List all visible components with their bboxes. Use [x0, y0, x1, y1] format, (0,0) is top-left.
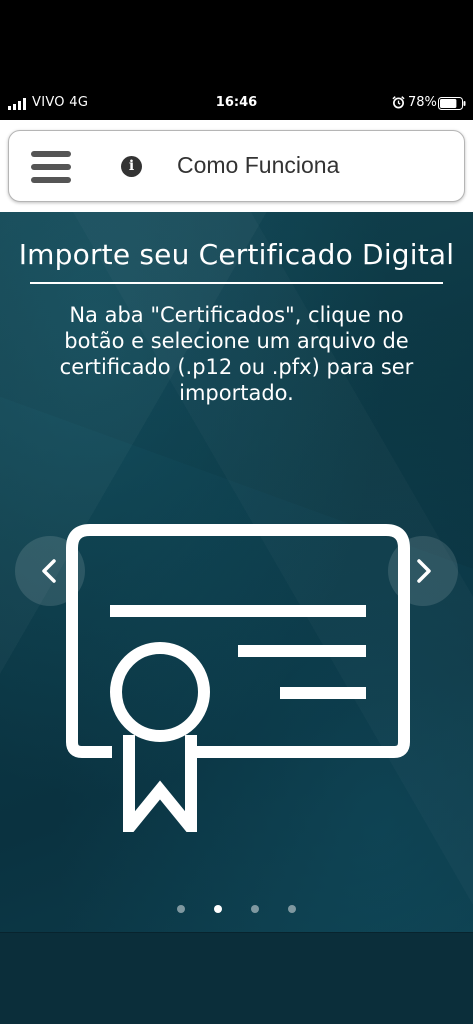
- chevron-left-icon: [42, 559, 56, 583]
- app-header: i Como Funciona: [0, 120, 473, 212]
- slide-description: Na aba "Certificados", clique no botão e…: [59, 303, 414, 405]
- pagination-dot[interactable]: [251, 905, 259, 913]
- battery-icon: [438, 97, 466, 110]
- pagination-dot[interactable]: [214, 905, 222, 913]
- chevron-right-icon: [417, 559, 431, 583]
- certificate-icon: [66, 524, 410, 832]
- previous-slide-button[interactable]: [15, 536, 85, 606]
- pagination-dot[interactable]: [177, 905, 185, 913]
- slide-title: Importe seu Certificado Digital: [18, 238, 455, 271]
- battery-percentage: 78%: [408, 95, 437, 110]
- page-title: Como Funciona: [177, 152, 340, 178]
- info-icon[interactable]: i: [121, 156, 142, 177]
- title-divider: [30, 282, 443, 284]
- bottom-bar: [0, 932, 473, 1024]
- phone-screen: VIVO 4G 16:46 78% i Como Funciona Import…: [0, 0, 473, 1024]
- alarm-clock-icon: [392, 96, 405, 109]
- status-bar: VIVO 4G 16:46 78%: [0, 90, 473, 116]
- carousel-pagination: [0, 905, 473, 915]
- tutorial-slide[interactable]: Importe seu Certificado Digital Na aba "…: [0, 212, 473, 932]
- next-slide-button[interactable]: [388, 536, 458, 606]
- pagination-dot[interactable]: [288, 905, 296, 913]
- header-card: i Como Funciona: [8, 130, 465, 202]
- hamburger-menu-icon[interactable]: [31, 151, 71, 183]
